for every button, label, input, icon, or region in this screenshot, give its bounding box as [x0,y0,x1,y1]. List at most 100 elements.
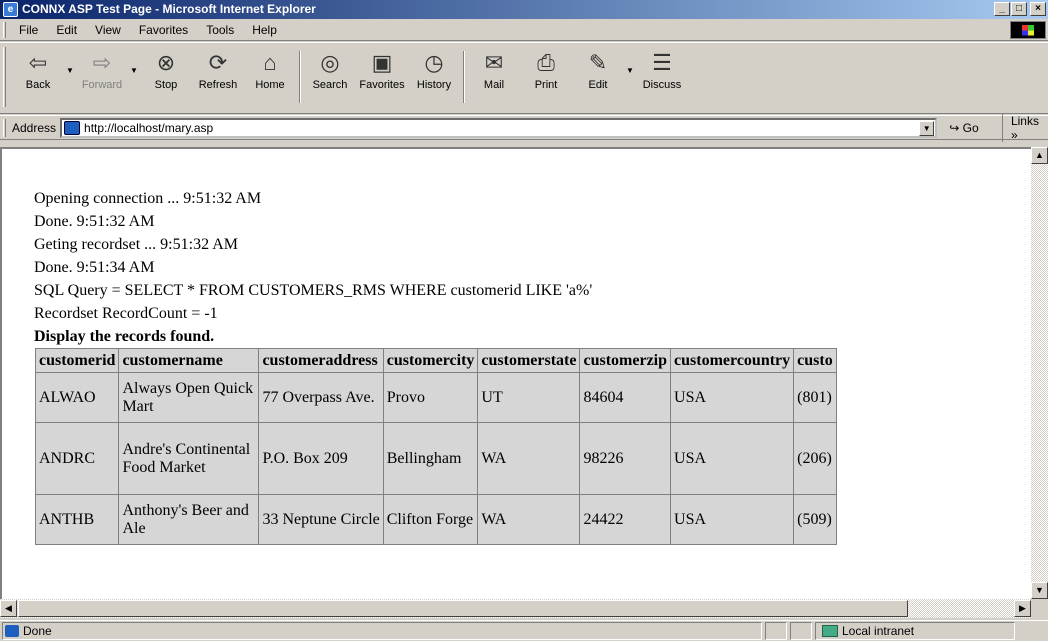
toolbar-separator [463,51,465,103]
menu-grip[interactable] [3,22,6,38]
menu-favorites[interactable]: Favorites [130,23,197,37]
refresh-label: Refresh [198,79,238,91]
address-input[interactable]: http://localhost/mary.asp ▼ [60,117,938,138]
go-label: Go [962,120,979,135]
table-cell: ANDRC [34,422,120,495]
scroll-right-button[interactable]: ▶ [1014,600,1031,617]
search-button[interactable]: ◎ Search [304,49,356,109]
window-title: CONNX ASP Test Page - Microsoft Internet… [22,2,316,16]
column-header: customerstate [477,348,581,373]
scroll-left-button[interactable]: ◀ [0,600,17,617]
page-icon [64,120,81,135]
home-button[interactable]: ⌂ Home [244,49,296,109]
maximize-button[interactable]: □ [1011,2,1027,16]
toolbar-grip[interactable] [3,47,6,107]
column-header: customeraddress [258,348,384,373]
forward-button[interactable]: ⇨ Forward [76,49,128,109]
discuss-button[interactable]: ☰ Discuss [636,49,688,109]
menu-edit[interactable]: Edit [47,23,86,37]
print-label: Print [534,79,558,91]
table-cell: Anthony's Beer and Ale [118,494,260,545]
back-arrow-icon: ⇦ [28,50,48,75]
mail-label: Mail [483,79,505,91]
table-cell: Clifton Forge [382,494,479,545]
windows-logo-icon [1010,21,1046,39]
scroll-up-button[interactable]: ▲ [1031,147,1048,164]
go-arrow-icon: ↪ [949,120,960,135]
favorites-button[interactable]: ▣ Favorites [356,49,408,109]
mail-button[interactable]: ✉ Mail [468,49,520,109]
search-icon: ◎ [320,50,340,75]
log-line: Done. 9:51:34 AM [34,259,155,276]
log-line: SQL Query = SELECT * FROM CUSTOMERS_RMS … [34,282,593,299]
edit-dropdown[interactable]: ▼ [624,49,636,109]
standard-toolbar: ⇦ Back ▼ ⇨ Forward ▼ ⊗ Stop ⟳ Refresh ⌂ … [0,42,1048,114]
home-label: Home [255,79,285,91]
horizontal-scrollbar[interactable]: ◀ ▶ [0,599,1031,618]
menu-tools[interactable]: Tools [197,23,243,37]
mail-icon: ✉ [484,50,504,75]
table-cell: ANTHB [34,494,120,545]
table-cell: 33 Neptune Circle [258,494,384,545]
scroll-down-button[interactable]: ▼ [1031,582,1048,599]
favorites-label: Favorites [359,79,405,91]
table-cell: USA [670,422,795,495]
table-cell: (509) [793,494,837,545]
address-dropdown-button[interactable]: ▼ [919,120,935,136]
table-cell: 84604 [579,372,672,423]
refresh-button[interactable]: ⟳ Refresh [192,49,244,109]
history-icon: ◷ [424,50,444,75]
table-header-row: customerid customername customeraddress … [34,348,837,373]
stop-label: Stop [154,79,178,91]
column-header: customercity [382,348,479,373]
table-cell: USA [670,494,795,545]
table-cell: 77 Overpass Ave. [258,372,384,423]
favorites-icon: ▣ [371,50,393,75]
forward-arrow-icon: ⇨ [92,50,112,75]
forward-dropdown[interactable]: ▼ [128,49,140,109]
links-button[interactable]: Links » [1001,113,1048,142]
table-row: ANDRC Andre's Continental Food Market P.… [34,422,837,495]
records-table: customerid customername customeraddress … [34,348,837,545]
horizontal-scroll-thumb[interactable] [18,600,908,617]
column-header: customerzip [579,348,672,373]
table-cell: P.O. Box 209 [258,422,384,495]
stop-button[interactable]: ⊗ Stop [140,49,192,109]
history-button[interactable]: ◷ History [408,49,460,109]
table-cell: Bellingham [382,422,479,495]
print-button[interactable]: ⎙ Print [520,49,572,109]
menu-help[interactable]: Help [243,23,286,37]
status-panel [765,622,787,640]
discuss-label: Discuss [642,79,682,91]
back-button[interactable]: ⇦ Back [12,49,64,109]
address-grip[interactable] [3,119,6,137]
edit-button[interactable]: ✎ Edit [572,49,624,109]
discuss-icon: ☰ [652,50,672,75]
table-cell: (206) [793,422,837,495]
log-line: Opening connection ... 9:51:32 AM [34,190,262,207]
toolbar-separator [299,51,301,103]
home-icon: ⌂ [263,50,277,75]
back-label: Back [25,79,51,91]
menu-file[interactable]: File [10,23,47,37]
column-header: customerid [34,348,120,373]
stop-icon: ⊗ [156,50,176,75]
table-cell: WA [477,494,581,545]
refresh-icon: ⟳ [208,50,228,75]
back-dropdown[interactable]: ▼ [64,49,76,109]
close-button[interactable]: × [1030,2,1046,16]
scroll-corner [1031,599,1048,618]
address-value: http://localhost/mary.asp [84,120,214,135]
table-cell: ALWAO [34,372,120,423]
column-header: custo [793,348,837,373]
zone-label: Local intranet [842,624,915,638]
table-row: ANTHB Anthony's Beer and Ale 33 Neptune … [34,494,837,545]
security-zone-panel: Local intranet [815,622,1015,640]
minimize-button[interactable]: _ [994,2,1010,16]
table-cell: Andre's Continental Food Market [118,422,260,495]
menu-view[interactable]: View [86,23,130,37]
title-bar[interactable]: e CONNX ASP Test Page - Microsoft Intern… [0,0,1048,19]
edit-label: Edit [588,79,608,91]
vertical-scrollbar[interactable]: ▲ ▼ [1031,147,1048,599]
go-button[interactable]: ↪ Go [949,121,998,135]
